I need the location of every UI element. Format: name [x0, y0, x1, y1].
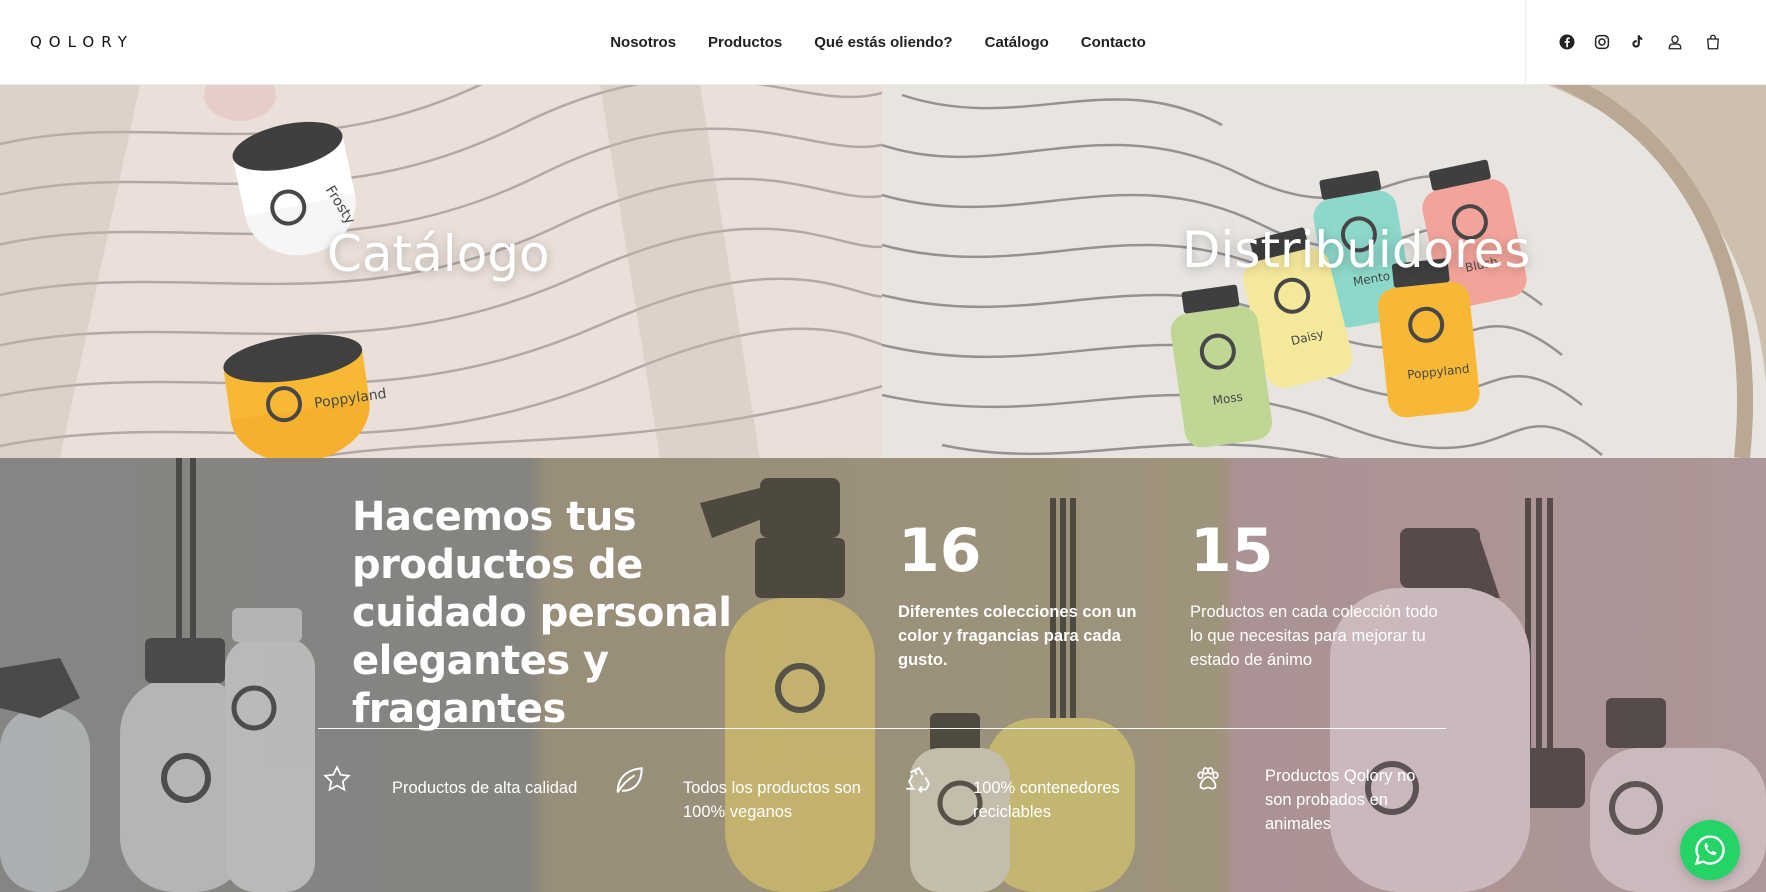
- header-icons: [1556, 28, 1724, 56]
- user-icon[interactable]: [1664, 31, 1686, 53]
- feature-vegan-text: Todos los productos son 100% veganos: [683, 779, 861, 821]
- leaf-icon: [616, 767, 643, 793]
- info-section-shade: [0, 458, 1766, 892]
- distributors-tile-title: Distribuidores: [1182, 221, 1531, 279]
- brand-headline: Hacemos tus productos de cuidado persona…: [352, 494, 732, 732]
- star-icon: [323, 765, 351, 792]
- catalog-tile[interactable]: Frosty Poppyland Catálogo: [0, 85, 882, 458]
- paw-icon: [1197, 766, 1219, 790]
- whatsapp-icon: [1694, 835, 1725, 866]
- nav-item-productos[interactable]: Productos: [708, 34, 782, 51]
- header-divider: [1525, 0, 1526, 85]
- feature-cruelty-free-text: Productos Qolory no son probados en anim…: [1265, 767, 1416, 833]
- catalog-tile-title: Catálogo: [327, 225, 550, 283]
- stat-products-text: Productos en cada colección todo lo que …: [1190, 603, 1438, 669]
- stat-products: 15 Productos en cada colección todo lo q…: [1190, 520, 1445, 672]
- brand-logo[interactable]: QOLORY: [30, 33, 134, 51]
- stat-collections-number: 16: [898, 516, 982, 586]
- nav-item-que-estas-oliendo[interactable]: Qué estás oliendo?: [814, 34, 952, 51]
- whatsapp-chat-button[interactable]: [1680, 820, 1740, 880]
- recycle-icon: [906, 767, 930, 793]
- stat-collections: 16 Diferentes colecciones con un color y…: [898, 520, 1153, 672]
- instagram-icon[interactable]: [1591, 31, 1613, 53]
- main-nav: Nosotros Productos Qué estás oliendo? Ca…: [0, 0, 1766, 85]
- feature-recyclable-text: 100% contenedores reciclables: [973, 779, 1120, 821]
- brand-info-section: Hacemos tus productos de cuidado persona…: [0, 458, 1766, 892]
- section-divider: [318, 728, 1446, 729]
- site-header: QOLORY Nosotros Productos Qué estás olie…: [0, 0, 1766, 85]
- nav-item-contacto[interactable]: Contacto: [1081, 34, 1146, 51]
- feature-quality-text: Productos de alta calidad: [392, 779, 578, 797]
- stat-products-number: 15: [1190, 516, 1274, 586]
- tiktok-icon[interactable]: [1626, 31, 1648, 53]
- facebook-icon[interactable]: [1556, 31, 1578, 53]
- cart-icon[interactable]: [1702, 31, 1724, 53]
- distributors-tile[interactable]: Mento Blush Daisy Moss Poppyland Distrib…: [882, 85, 1766, 458]
- nav-item-catalogo[interactable]: Catálogo: [985, 34, 1049, 51]
- nav-item-nosotros[interactable]: Nosotros: [610, 34, 676, 51]
- stat-collections-text: Diferentes colecciones con un color y fr…: [898, 603, 1137, 669]
